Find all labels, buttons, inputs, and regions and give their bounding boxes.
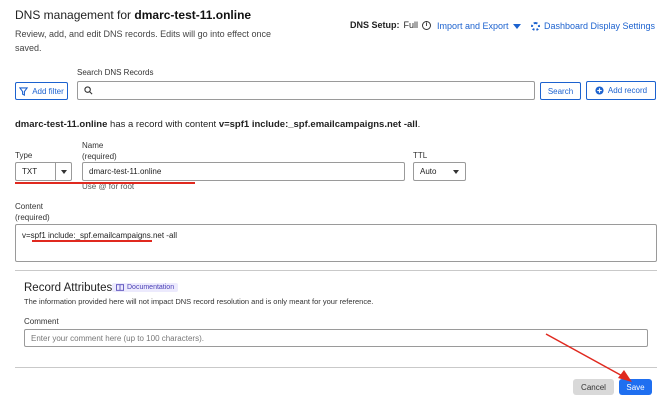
dashboard-display-settings-link[interactable]: Dashboard Display Settings <box>531 21 655 31</box>
add-record-button[interactable]: Add record <box>586 81 656 100</box>
type-select-value: TXT <box>22 167 38 176</box>
search-button[interactable]: Search <box>540 82 581 100</box>
type-label: Type <box>15 151 33 160</box>
content-label: Content (required) <box>15 201 50 223</box>
gear-icon <box>531 21 540 31</box>
page-title-domain: dmarc-test-11.online <box>134 8 252 22</box>
record-attributes-description: The information provided here will not i… <box>24 297 374 306</box>
content-textarea[interactable]: v=spf1 include:_spf.emailcampaigns.net -… <box>15 224 657 262</box>
ttl-label: TTL <box>413 151 428 160</box>
annotation-underline-type-name <box>15 182 195 184</box>
ttl-select-value: Auto <box>420 167 437 176</box>
chevron-down-icon <box>55 163 71 180</box>
ttl-select[interactable]: Auto <box>413 162 466 181</box>
filter-icon <box>19 86 29 96</box>
dns-setup-value: Full <box>403 20 419 30</box>
comment-label: Comment <box>24 317 59 326</box>
page-subtitle: Review, add, and edit DNS records. Edits… <box>15 29 271 53</box>
name-required-text: (required) <box>82 152 117 161</box>
notice-middle: has a record with content <box>107 119 219 130</box>
notice-domain: dmarc-test-11.online <box>15 119 108 130</box>
notice-content: v=spf1 include:_spf.emailcampaigns.net -… <box>218 119 418 130</box>
content-required-text: (required) <box>15 213 50 222</box>
annotation-underline-content <box>32 240 152 242</box>
search-input[interactable] <box>77 81 535 100</box>
search-label: Search DNS Records <box>77 68 154 77</box>
name-label-text: Name <box>82 141 104 150</box>
annotation-arrow <box>545 333 632 382</box>
name-label: Name (required) <box>82 140 117 162</box>
content-textarea-value: v=spf1 include:_spf.emailcampaigns.net -… <box>22 231 177 240</box>
name-input[interactable]: dmarc-test-11.online <box>82 162 405 181</box>
documentation-badge[interactable]: Documentation <box>112 283 179 292</box>
name-input-value: dmarc-test-11.online <box>89 167 162 176</box>
book-icon <box>116 284 124 291</box>
search-icon <box>84 86 93 95</box>
dashboard-settings-label: Dashboard Display Settings <box>544 21 656 31</box>
content-label-text: Content <box>15 202 44 211</box>
import-export-label: Import and Export <box>437 21 509 31</box>
notice-end: . <box>417 119 421 130</box>
plus-circle-icon <box>595 86 604 95</box>
info-icon[interactable]: i <box>422 20 432 30</box>
record-attributes-title: Record Attributes <box>24 282 113 294</box>
add-record-label: Add record <box>607 86 648 95</box>
type-select[interactable]: TXT <box>15 162 72 181</box>
add-filter-button[interactable]: Add filter <box>15 82 68 100</box>
import-export-menu[interactable]: Import and Export <box>437 21 521 31</box>
chevron-down-icon <box>453 169 459 174</box>
comment-input-placeholder: Enter your comment here (up to 100 chara… <box>31 333 204 343</box>
page-title: DNS management for dmarc-test-11.online <box>15 8 251 22</box>
add-filter-label: Add filter <box>32 86 64 96</box>
page-title-prefix: DNS management for <box>15 8 135 22</box>
documentation-badge-label: Documentation <box>127 284 175 291</box>
record-exists-notice: dmarc-test-11.online has a record with c… <box>15 119 420 130</box>
chevron-down-icon <box>512 23 521 29</box>
dns-setup-status: DNS Setup: Full i <box>350 20 432 30</box>
dns-setup-label: DNS Setup: <box>350 20 400 30</box>
